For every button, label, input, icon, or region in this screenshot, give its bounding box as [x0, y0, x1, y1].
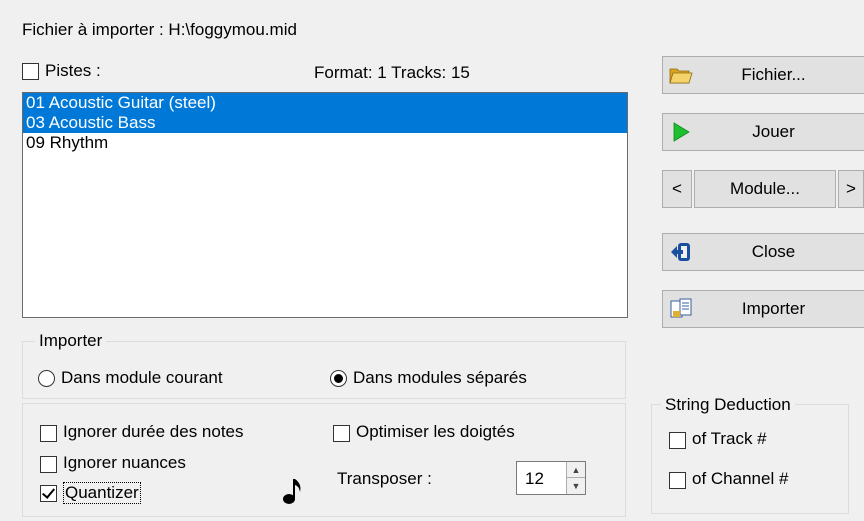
quantizer-label: Quantizer: [63, 482, 141, 504]
module-next-label: >: [846, 179, 856, 198]
radio-modules-separes-label: Dans modules séparés: [353, 368, 527, 387]
string-deduction-group: [651, 404, 849, 514]
spin-up-button[interactable]: ▲: [567, 462, 585, 478]
transposer-spin-buttons: ▲ ▼: [566, 462, 585, 494]
quantizer-checkbox[interactable]: [40, 485, 57, 502]
module-prev-button[interactable]: <: [662, 170, 692, 208]
optimiser-checkbox[interactable]: [333, 425, 350, 442]
radio-module-courant-label: Dans module courant: [61, 368, 223, 387]
fichier-button-label: Fichier...: [741, 65, 806, 84]
of-channel-label: of Channel #: [692, 469, 789, 488]
of-track-checkbox[interactable]: [669, 432, 686, 449]
of-channel-checkbox[interactable]: [669, 472, 686, 489]
spin-down-button[interactable]: ▼: [567, 478, 585, 494]
module-button[interactable]: Module...: [694, 170, 836, 208]
pistes-label: Pistes :: [45, 61, 101, 80]
pistes-checkbox[interactable]: [22, 63, 39, 80]
format-info: Format: 1 Tracks: 15: [314, 63, 470, 82]
importer-button[interactable]: Importer: [662, 290, 864, 328]
fichier-button[interactable]: Fichier...: [662, 56, 864, 94]
radio-modules-separes[interactable]: [330, 370, 347, 387]
string-deduction-legend: String Deduction: [661, 395, 795, 415]
optimiser-label: Optimiser les doigtés: [356, 422, 515, 441]
module-button-label: Module...: [730, 179, 800, 198]
ignorer-nuances-label: Ignorer nuances: [63, 453, 186, 472]
jouer-button[interactable]: Jouer: [662, 113, 864, 151]
transposer-label: Transposer :: [337, 469, 432, 488]
of-track-label: of Track #: [692, 429, 767, 448]
music-note-icon[interactable]: [280, 476, 304, 506]
module-next-button[interactable]: >: [838, 170, 864, 208]
file-path-label: Fichier à importer : H:\foggymou.mid: [22, 20, 297, 39]
importer-group-legend: Importer: [35, 331, 107, 351]
module-prev-label: <: [672, 179, 682, 198]
ignorer-duree-checkbox[interactable]: [40, 425, 57, 442]
transposer-spinner[interactable]: 12 ▲ ▼: [516, 461, 586, 495]
importer-button-label: Importer: [741, 299, 806, 318]
jouer-button-label: Jouer: [752, 122, 795, 141]
ignorer-nuances-checkbox[interactable]: [40, 456, 57, 473]
track-list-item[interactable]: 09 Rhythm: [23, 133, 627, 153]
track-listbox[interactable]: 01 Acoustic Guitar (steel) 03 Acoustic Ba…: [22, 92, 628, 318]
track-list-item[interactable]: 01 Acoustic Guitar (steel): [23, 93, 627, 113]
transposer-value: 12: [525, 469, 544, 488]
radio-module-courant[interactable]: [38, 370, 55, 387]
close-button[interactable]: Close: [662, 233, 864, 271]
track-list-item[interactable]: 03 Acoustic Bass: [23, 113, 627, 133]
ignorer-duree-label: Ignorer durée des notes: [63, 422, 244, 441]
close-button-label: Close: [751, 242, 796, 261]
